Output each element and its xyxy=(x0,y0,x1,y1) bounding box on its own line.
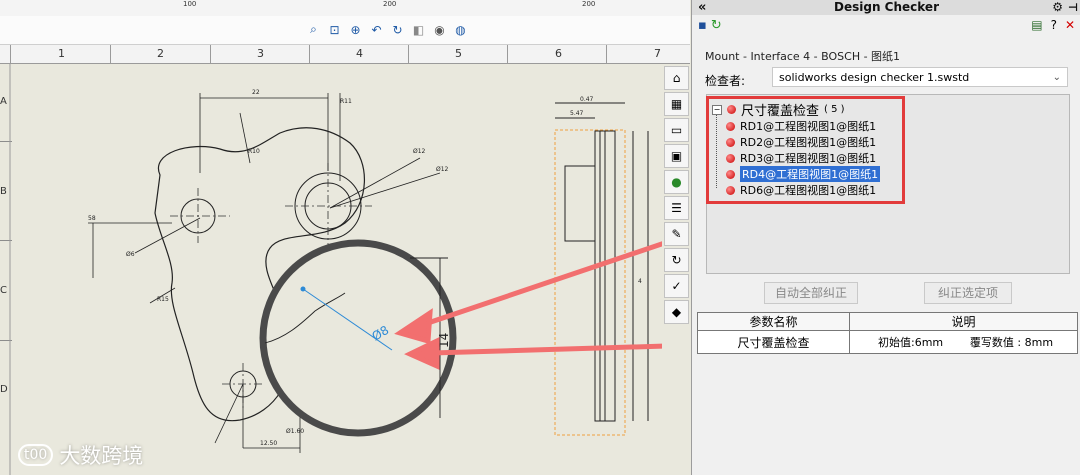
display-style-icon[interactable]: ◧ xyxy=(410,21,427,38)
horizontal-ruler: 100 200 200 xyxy=(0,0,690,17)
tree-root-count: ( 5 ) xyxy=(824,104,845,115)
watermark-text: 大数跨境 xyxy=(59,444,144,468)
column-label: 4 xyxy=(356,47,363,60)
ruler-tick: 100 xyxy=(183,0,197,8)
parameter-name: 尺寸覆盖检查 xyxy=(697,330,850,354)
gear-icon[interactable]: ⚙ xyxy=(1052,0,1063,15)
tree-item-label: RD6@工程图视图1@图纸1 xyxy=(740,184,877,197)
tree-root-label: 尺寸覆盖检查 xyxy=(741,104,820,119)
tree-item-label: RD2@工程图视图1@图纸1 xyxy=(740,136,877,149)
tree-item-label: RD3@工程图视图1@图纸1 xyxy=(740,152,877,165)
home-icon[interactable]: ⌂ xyxy=(664,66,689,90)
dimension-text: R11 xyxy=(340,98,352,105)
appearances-icon[interactable]: ● xyxy=(664,170,689,194)
override-value: 覆写数值 : 8mm xyxy=(969,330,1078,354)
dimension-text: Ø6 xyxy=(126,251,135,258)
fix-selected-button[interactable]: 纠正选定项 xyxy=(924,282,1012,304)
watermark-logo: t00 xyxy=(18,444,54,466)
dimension-text: Ø12 xyxy=(436,166,449,173)
refresh-icon[interactable]: ↻ xyxy=(711,18,722,33)
view-palette-icon[interactable]: ▣ xyxy=(664,144,689,168)
dimension-text: Ø12 xyxy=(413,148,426,155)
initial-value: 初始值:6mm xyxy=(848,330,970,354)
tree-item[interactable]: RD2@工程图视图1@图纸1 xyxy=(726,134,876,150)
dimension-text: Ø1.60 xyxy=(286,428,304,435)
heads-up-toolbar: ⌕ ⊡ ⊕ ↶ ↻ ◧ ◉ ◍ xyxy=(0,16,690,45)
dimension-text: 5.47 xyxy=(570,110,584,117)
column-label: 3 xyxy=(257,47,264,60)
dimension-text: 58 xyxy=(88,215,96,222)
ruler-tick: 200 xyxy=(383,0,397,8)
forum-icon[interactable]: ✎ xyxy=(664,222,689,246)
tree-root[interactable]: − 尺寸覆盖检查 ( 5 ) xyxy=(712,100,845,119)
dimension-text: 4 xyxy=(638,278,642,285)
error-icon xyxy=(726,121,735,131)
column-header: 说明 xyxy=(849,312,1078,331)
help-icon[interactable]: ? xyxy=(1051,18,1057,32)
column-label: 2 xyxy=(157,47,164,60)
collapse-icon[interactable]: « xyxy=(698,0,706,15)
hide-show-icon[interactable]: ◉ xyxy=(431,21,448,38)
dimension-text: 22 xyxy=(252,89,260,96)
table-row[interactable]: 尺寸覆盖检查 初始值:6mm 覆写数值 : 8mm xyxy=(697,330,1078,354)
column-label: 7 xyxy=(654,47,661,60)
column-label: 5 xyxy=(455,47,462,60)
folder-icon[interactable]: ▭ xyxy=(664,118,689,142)
tree-item-label: RD4@工程图视图1@图纸1 xyxy=(740,166,881,182)
checker-select-value: solidworks design checker 1.swstd xyxy=(779,71,970,84)
watermark: t00 大数跨境 xyxy=(18,440,143,470)
column-header: 参数名称 xyxy=(697,312,850,331)
library-icon[interactable]: ◆ xyxy=(664,300,689,324)
previous-view-icon[interactable]: ↶ xyxy=(368,21,385,38)
panel-toolbar: ▪ ↻ ▤ ? ✕ xyxy=(692,15,1080,37)
document-name: Mount - Interface 4 - BOSCH - 图纸1 xyxy=(705,50,901,63)
error-icon xyxy=(727,105,736,114)
custom-properties-icon[interactable]: ☰ xyxy=(664,196,689,220)
report-icon[interactable]: ▤ xyxy=(1031,18,1042,32)
design-checker-panel: « Design Checker ⚙ ⊣ ▪ ↻ ▤ ? ✕ Mount - I… xyxy=(691,0,1080,475)
column-label: 6 xyxy=(555,47,562,60)
rotate-icon[interactable]: ↻ xyxy=(389,21,406,38)
tree-item[interactable]: RD1@工程图视图1@图纸1 xyxy=(726,118,876,134)
pin-icon[interactable]: ⊣ xyxy=(1068,0,1078,15)
error-icon xyxy=(726,169,735,179)
panel-title: Design Checker xyxy=(834,0,939,14)
ruler-tick: 200 xyxy=(582,0,596,8)
tree-item-selected[interactable]: RD4@工程图视图1@图纸1 xyxy=(726,166,881,182)
dimension-text: 0.47 xyxy=(580,96,594,103)
fix-all-button[interactable]: 自动全部纠正 xyxy=(764,282,858,304)
save-icon[interactable]: ▪ xyxy=(698,18,707,33)
dimension-text: 12.50 xyxy=(260,440,277,447)
parts-icon[interactable]: ▦ xyxy=(664,92,689,116)
tree-item[interactable]: RD3@工程图视图1@图纸1 xyxy=(726,150,876,166)
zoom-to-fit-icon[interactable]: ⌕ xyxy=(305,21,322,38)
drawing-canvas[interactable]: 22 R11 R10 Ø12 Ø12 R15 Ø6 Ø1.60 12.50 0.… xyxy=(0,63,662,475)
tree-item-label: RD1@工程图视图1@图纸1 xyxy=(740,120,877,133)
zoom-area-icon[interactable]: ⊡ xyxy=(326,21,343,38)
refresh-icon[interactable]: ↻ xyxy=(664,248,689,272)
appearance-icon[interactable]: ◍ xyxy=(452,21,469,38)
dimension-text: R10 xyxy=(248,148,260,155)
error-icon xyxy=(726,153,735,163)
design-checker-icon[interactable]: ✓ xyxy=(664,274,689,298)
sheet-column-labels: 1 2 3 4 5 6 7 xyxy=(0,45,690,64)
panel-title-bar: « Design Checker ⚙ ⊣ xyxy=(692,0,1080,15)
parameter-table: 参数名称 说明 尺寸覆盖检查 初始值:6mm 覆写数值 : 8mm xyxy=(697,312,1078,354)
dimension-text: R15 xyxy=(157,296,169,303)
collapse-node-icon[interactable]: − xyxy=(712,104,722,115)
zoom-in-out-icon[interactable]: ⊕ xyxy=(347,21,364,38)
task-pane-tabs: ⌂ ▦ ▭ ▣ ● ☰ ✎ ↻ ✓ ◆ xyxy=(664,66,690,324)
checker-label: 检查者: xyxy=(705,74,746,88)
tree-item[interactable]: RD6@工程图视图1@图纸1 xyxy=(726,182,876,198)
close-icon[interactable]: ✕ xyxy=(1065,18,1075,32)
column-label: 1 xyxy=(58,47,65,60)
error-icon xyxy=(726,137,735,147)
chevron-down-icon[interactable]: ⌄ xyxy=(1053,68,1061,88)
checker-select[interactable]: solidworks design checker 1.swstd ⌄ xyxy=(772,67,1068,87)
error-icon xyxy=(726,185,735,195)
